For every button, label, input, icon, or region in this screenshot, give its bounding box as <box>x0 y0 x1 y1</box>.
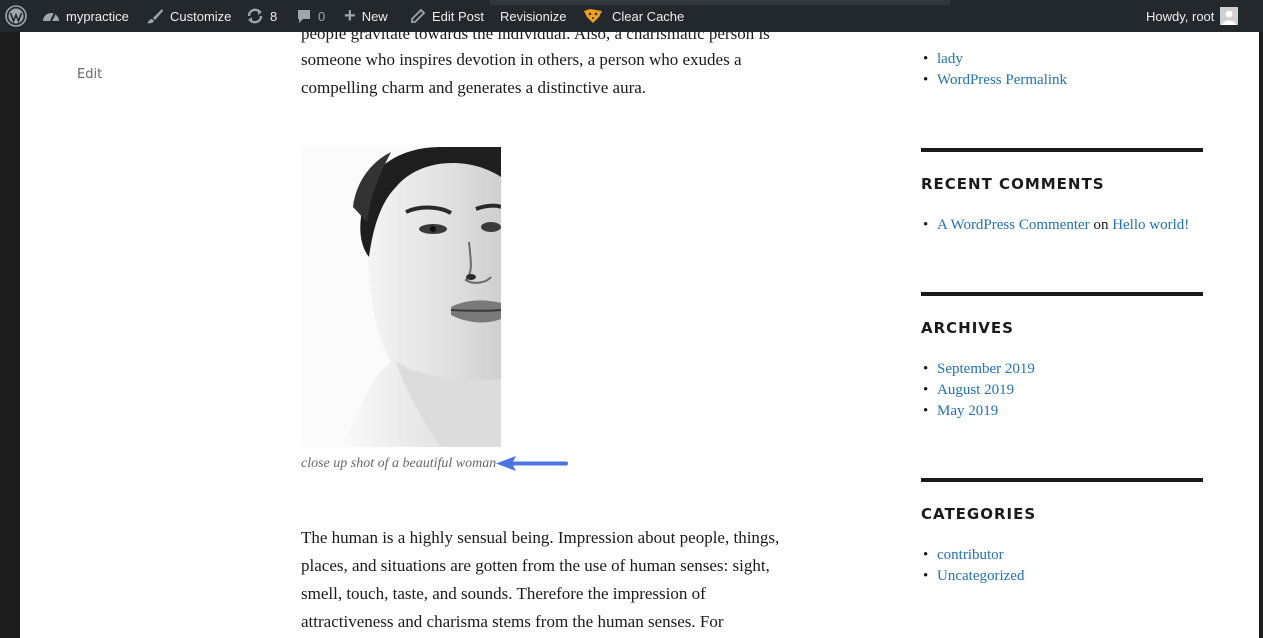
list-item: September 2019 <box>921 359 1203 380</box>
widget-divider <box>921 148 1203 152</box>
howdy-label: Howdy, root <box>1146 8 1215 24</box>
paintbrush-icon <box>147 9 163 24</box>
post-paragraph-1: someone who inspires devotion in others,… <box>301 46 861 102</box>
customize-label: Customize <box>170 8 232 24</box>
comment-author-link[interactable]: A WordPress Commenter <box>937 217 1090 233</box>
categories-list: contributor Uncategorized <box>921 545 1203 587</box>
paragraph-line: compelling charm and generates a distinc… <box>301 78 647 97</box>
new-label: New <box>361 8 388 24</box>
portrait-illustration <box>301 147 501 447</box>
archive-link[interactable]: September 2019 <box>937 361 1035 377</box>
image-caption: close up shot of a beautiful woman <box>301 456 497 471</box>
my-account-menu[interactable]: Howdy, root <box>1146 0 1239 32</box>
recent-post-link[interactable]: WordPress Permalink <box>937 72 1067 88</box>
recent-post-link[interactable]: lady <box>937 51 963 67</box>
comment-post-link[interactable]: Hello world! <box>1112 217 1189 233</box>
customize-link[interactable]: Customize <box>146 0 231 32</box>
list-item: lady <box>921 49 1203 70</box>
wordpress-logo-icon <box>5 5 27 27</box>
cheetah-icon <box>584 9 602 23</box>
list-item: WordPress Permalink <box>921 70 1203 91</box>
list-item: August 2019 <box>921 380 1203 401</box>
wordpress-logo-button[interactable] <box>5 0 27 32</box>
paragraph-line: The human is a highly sensual being. Imp… <box>301 528 780 547</box>
clear-cache-label: Clear Cache <box>612 8 685 24</box>
post-meta-fragment <box>128 37 140 49</box>
pencil-icon <box>411 8 426 23</box>
revisionize-link[interactable]: Revisionize <box>500 0 566 32</box>
widget-divider <box>921 478 1203 482</box>
archive-link[interactable]: August 2019 <box>937 382 1014 398</box>
new-content-menu[interactable]: + New <box>344 0 388 32</box>
list-item: contributor <box>921 545 1203 566</box>
paragraph-line: smell, touch, taste, and sounds. Therefo… <box>301 584 706 603</box>
comment-bubble-icon <box>298 10 310 23</box>
category-link[interactable]: contributor <box>937 547 1004 563</box>
annotation-arrow-icon <box>496 456 568 471</box>
archives-list: September 2019 August 2019 May 2019 <box>921 359 1203 422</box>
recent-comments-widget: RECENT COMMENTS A WordPress Commenter on… <box>921 175 1203 236</box>
widget-divider <box>921 292 1203 296</box>
edit-post-link[interactable]: Edit Post <box>410 0 484 32</box>
updates-link[interactable]: 8 <box>246 0 277 32</box>
list-item: A WordPress Commenter on Hello world! <box>921 215 1203 236</box>
category-link[interactable]: Uncategorized <box>937 568 1024 584</box>
archive-link[interactable]: May 2019 <box>937 403 998 419</box>
admin-bar: mypractice Customize 8 0 + New Edit Post <box>0 0 1263 32</box>
categories-widget: CATEGORIES contributor Uncategorized <box>921 505 1203 587</box>
archives-widget: ARCHIVES September 2019 August 2019 May … <box>921 319 1203 422</box>
recent-comments-title: RECENT COMMENTS <box>921 175 1105 193</box>
post-paragraph-2: The human is a highly sensual being. Imp… <box>301 524 861 636</box>
post-image-woman-portrait <box>301 147 501 447</box>
archives-title: ARCHIVES <box>921 319 1014 337</box>
plus-icon: + <box>344 5 356 27</box>
clear-cache-link[interactable]: Clear Cache <box>582 0 684 32</box>
list-item: Uncategorized <box>921 566 1203 587</box>
updates-refresh-icon <box>247 8 263 24</box>
recent-posts-list: lady <box>921 49 1203 70</box>
edit-post-link-inline[interactable]: Edit <box>77 67 102 82</box>
site-name-menu[interactable]: mypractice <box>42 0 129 32</box>
dashboard-gauge-icon <box>43 13 59 22</box>
updates-count: 8 <box>270 8 278 24</box>
list-item: May 2019 <box>921 401 1203 422</box>
paragraph-line: places, and situations are gotten from t… <box>301 556 770 575</box>
paragraph-line: someone who inspires devotion in others,… <box>301 50 742 69</box>
edit-post-label: Edit Post <box>432 8 485 24</box>
user-avatar-icon <box>1220 7 1239 25</box>
paragraph-line: attractiveness and charisma stems from t… <box>301 612 724 631</box>
categories-title: CATEGORIES <box>921 505 1037 523</box>
comments-count: 0 <box>318 8 326 24</box>
site-name-label: mypractice <box>66 8 129 24</box>
recent-posts-list-cont: WordPress Permalink <box>921 70 1203 91</box>
recent-comments-list: A WordPress Commenter on Hello world! <box>921 215 1203 236</box>
comment-on-text: on <box>1093 217 1109 233</box>
comments-link[interactable]: 0 <box>296 0 325 32</box>
revisionize-label: Revisionize <box>500 8 567 24</box>
page-content: Edit people gravitate towards the indivi… <box>20 32 1259 638</box>
